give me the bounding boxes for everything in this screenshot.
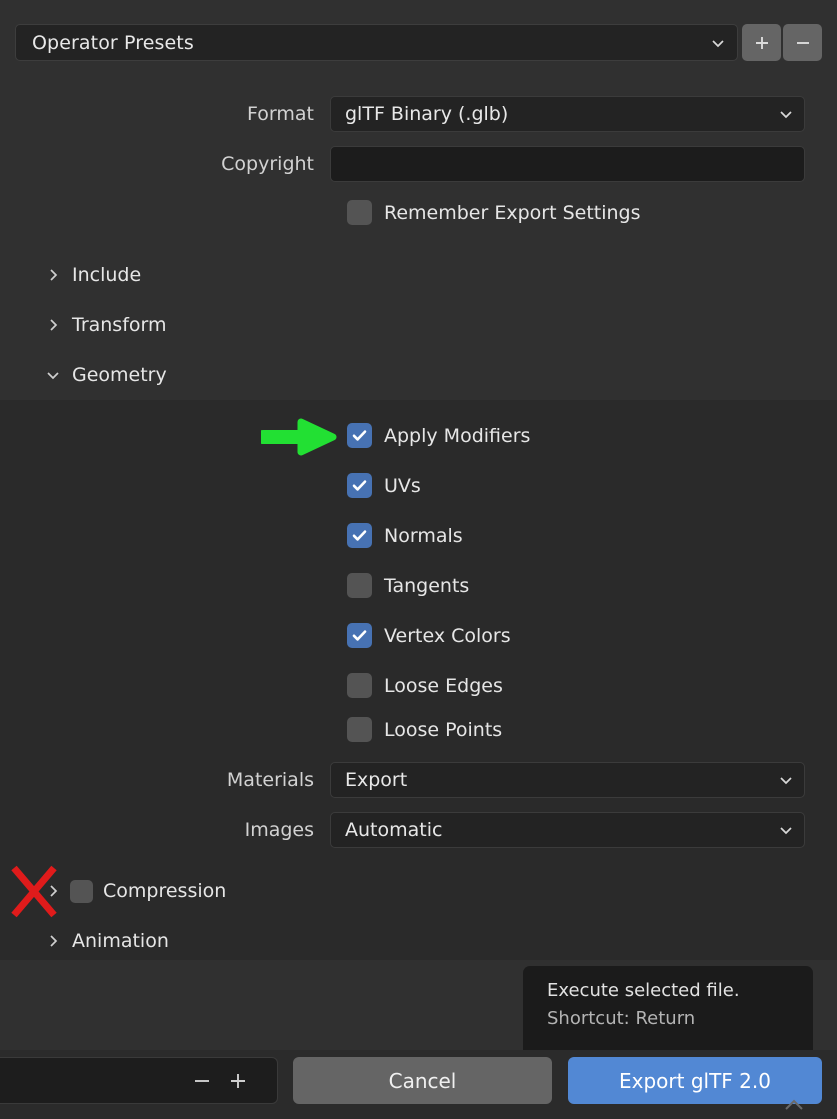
compression-checkbox[interactable] (70, 879, 93, 903)
section-compression-label: Compression (103, 880, 227, 902)
section-compression[interactable]: Compression (0, 871, 837, 911)
section-transform-label: Transform (72, 314, 167, 336)
materials-value: Export (345, 769, 408, 791)
plus-icon[interactable] (227, 1070, 249, 1092)
chevron-right-icon (50, 935, 58, 947)
vertex-colors-checkbox[interactable] (347, 623, 372, 648)
format-value: glTF Binary (.glb) (345, 103, 509, 125)
copyright-label: Copyright (221, 153, 314, 175)
section-include-label: Include (72, 264, 142, 286)
chevron-right-icon (50, 269, 58, 281)
chevron-down-icon (780, 777, 792, 785)
tangents-label: Tangents (384, 574, 470, 597)
normals-row[interactable]: Normals (347, 523, 463, 548)
format-dropdown[interactable]: glTF Binary (.glb) (330, 96, 805, 132)
remember-export-settings-label: Remember Export Settings (384, 201, 641, 224)
normals-label: Normals (384, 524, 463, 547)
images-dropdown[interactable]: Automatic (330, 812, 805, 848)
normals-checkbox[interactable] (347, 523, 372, 548)
loose-edges-checkbox[interactable] (347, 673, 372, 698)
section-animation-label: Animation (72, 930, 169, 952)
chevron-right-icon (50, 319, 58, 331)
tangents-checkbox[interactable] (347, 573, 372, 598)
operator-presets-value: Operator Presets (32, 31, 194, 54)
tangents-row[interactable]: Tangents (347, 573, 469, 598)
uvs-row[interactable]: UVs (347, 473, 421, 498)
section-animation[interactable]: Animation (0, 921, 837, 961)
check-icon (352, 480, 367, 491)
add-preset-button[interactable] (742, 24, 781, 61)
apply-modifiers-checkbox[interactable] (347, 423, 372, 448)
remember-export-settings-row[interactable]: Remember Export Settings (347, 200, 641, 225)
section-geometry-label: Geometry (72, 364, 167, 386)
images-row: Images Automatic (0, 810, 837, 850)
red-x-annotation (11, 865, 57, 918)
apply-modifiers-label: Apply Modifiers (384, 424, 531, 447)
materials-row: Materials Export (0, 760, 837, 800)
tooltip-description: Execute selected file. (547, 980, 740, 1001)
minus-icon (796, 41, 809, 44)
bottom-bar: Cancel Export glTF 2.0 (0, 1050, 837, 1119)
materials-label: Materials (226, 769, 314, 791)
loose-points-label: Loose Points (384, 718, 503, 741)
value-stepper[interactable] (0, 1057, 278, 1104)
loose-edges-row[interactable]: Loose Edges (347, 673, 503, 698)
export-gltf-button[interactable]: Export glTF 2.0 (568, 1057, 822, 1104)
minus-icon[interactable] (191, 1070, 213, 1092)
chevron-down-icon (780, 827, 792, 835)
remember-export-settings-checkbox[interactable] (347, 200, 372, 225)
check-icon (352, 530, 367, 541)
chevron-down-icon (712, 39, 724, 47)
chevron-down-icon (47, 372, 59, 380)
uvs-label: UVs (384, 474, 421, 497)
tooltip-shortcut: Shortcut: Return (547, 1008, 696, 1029)
operator-presets-bar: Operator Presets (15, 24, 822, 61)
loose-points-checkbox[interactable] (347, 717, 372, 742)
section-geometry[interactable]: Geometry (0, 355, 837, 395)
loose-edges-label: Loose Edges (384, 674, 503, 697)
tooltip: Execute selected file. Shortcut: Return (523, 966, 813, 1058)
section-transform[interactable]: Transform (0, 305, 837, 345)
green-arrow-annotation (261, 418, 337, 456)
section-include[interactable]: Include (0, 255, 837, 295)
images-value: Automatic (345, 819, 443, 841)
images-label: Images (244, 819, 314, 841)
materials-dropdown[interactable]: Export (330, 762, 805, 798)
apply-modifiers-row[interactable]: Apply Modifiers (347, 423, 530, 448)
loose-points-row[interactable]: Loose Points (347, 717, 502, 742)
copyright-field[interactable] (330, 146, 805, 182)
cancel-button[interactable]: Cancel (293, 1057, 552, 1104)
format-label: Format (247, 103, 314, 125)
uvs-checkbox[interactable] (347, 473, 372, 498)
vertex-colors-label: Vertex Colors (384, 624, 511, 647)
remove-preset-button[interactable] (783, 24, 822, 61)
check-icon (352, 630, 367, 641)
chevron-up-icon[interactable] (783, 1098, 805, 1112)
operator-presets-dropdown[interactable]: Operator Presets (15, 24, 738, 61)
format-row: Format glTF Binary (.glb) (0, 94, 837, 134)
vertex-colors-row[interactable]: Vertex Colors (347, 623, 511, 648)
plus-icon (755, 36, 768, 49)
copyright-row: Copyright (0, 144, 837, 184)
check-icon (352, 430, 367, 441)
chevron-down-icon (780, 111, 792, 119)
